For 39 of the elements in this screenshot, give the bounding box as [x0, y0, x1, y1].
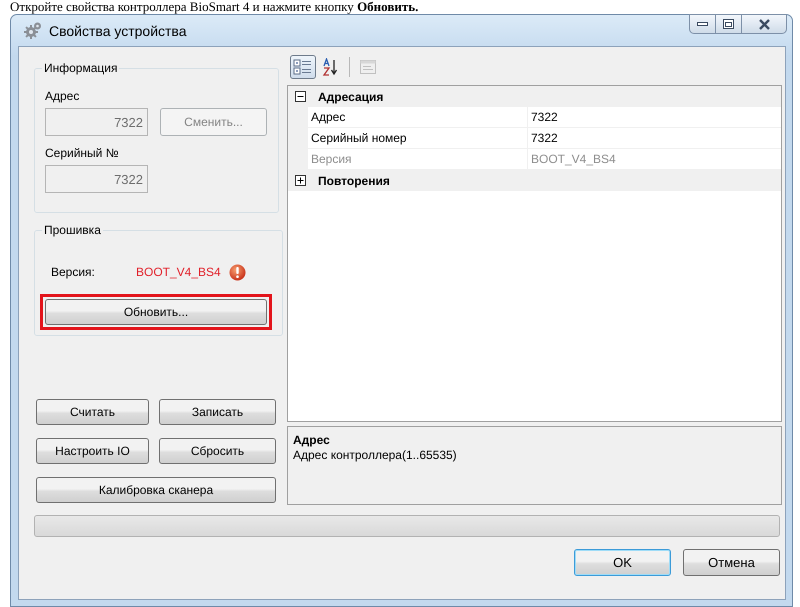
categorized-view-button[interactable] [290, 55, 316, 79]
property-value[interactable]: 7322 [528, 131, 558, 145]
field-label: Адрес [45, 89, 80, 103]
minimize-icon [697, 21, 708, 27]
property-row[interactable]: Адрес 7322 [288, 107, 781, 128]
maximize-button[interactable] [716, 14, 742, 34]
property-row[interactable]: Серийный номер 7322 [288, 128, 781, 149]
description-title: Адрес [293, 433, 331, 447]
action-button[interactable]: Сбросить [159, 438, 276, 464]
category-name: Адресация [318, 90, 384, 104]
close-button[interactable] [742, 14, 787, 34]
group-title: Прошивка [43, 223, 102, 237]
serial-field[interactable]: 7322 [45, 165, 148, 193]
category-list-icon [293, 58, 313, 76]
instruction-text: Откройте свойства контроллера BioSmart 4 и нажмите кнопку Обновить. [10, 0, 420, 13]
action-button[interactable]: Настроить IO [36, 438, 149, 464]
action-button[interactable]: Калибровка сканера [36, 477, 276, 503]
property-name[interactable]: Серийный номер [311, 131, 407, 145]
version-label: Версия: [51, 265, 96, 279]
property-name[interactable]: Адрес [311, 110, 346, 124]
sort-az-icon [322, 58, 340, 76]
property-value[interactable]: 7322 [528, 110, 558, 124]
close-icon [758, 18, 770, 30]
gear-icon [23, 20, 43, 40]
maximize-icon [723, 19, 734, 29]
ok-button[interactable]: OK [574, 549, 671, 576]
window-title: Свойства устройства [49, 22, 186, 38]
action-button[interactable]: Считать [36, 399, 149, 425]
group-title: Информация [43, 61, 118, 75]
version-value: BOOT_V4_BS4 [136, 265, 221, 279]
category-name: Повторения [318, 174, 390, 188]
window-icon [359, 59, 377, 75]
cancel-button[interactable]: Отмена [683, 549, 780, 576]
action-button[interactable]: Записать [159, 399, 276, 425]
field-label: Серийный № [45, 146, 120, 160]
description-text: Адрес контроллера(1..65535) [293, 448, 458, 462]
address-field[interactable]: 7322 [45, 108, 148, 136]
minimize-button[interactable] [689, 14, 716, 34]
update-button[interactable]: Обновить... [45, 299, 267, 325]
